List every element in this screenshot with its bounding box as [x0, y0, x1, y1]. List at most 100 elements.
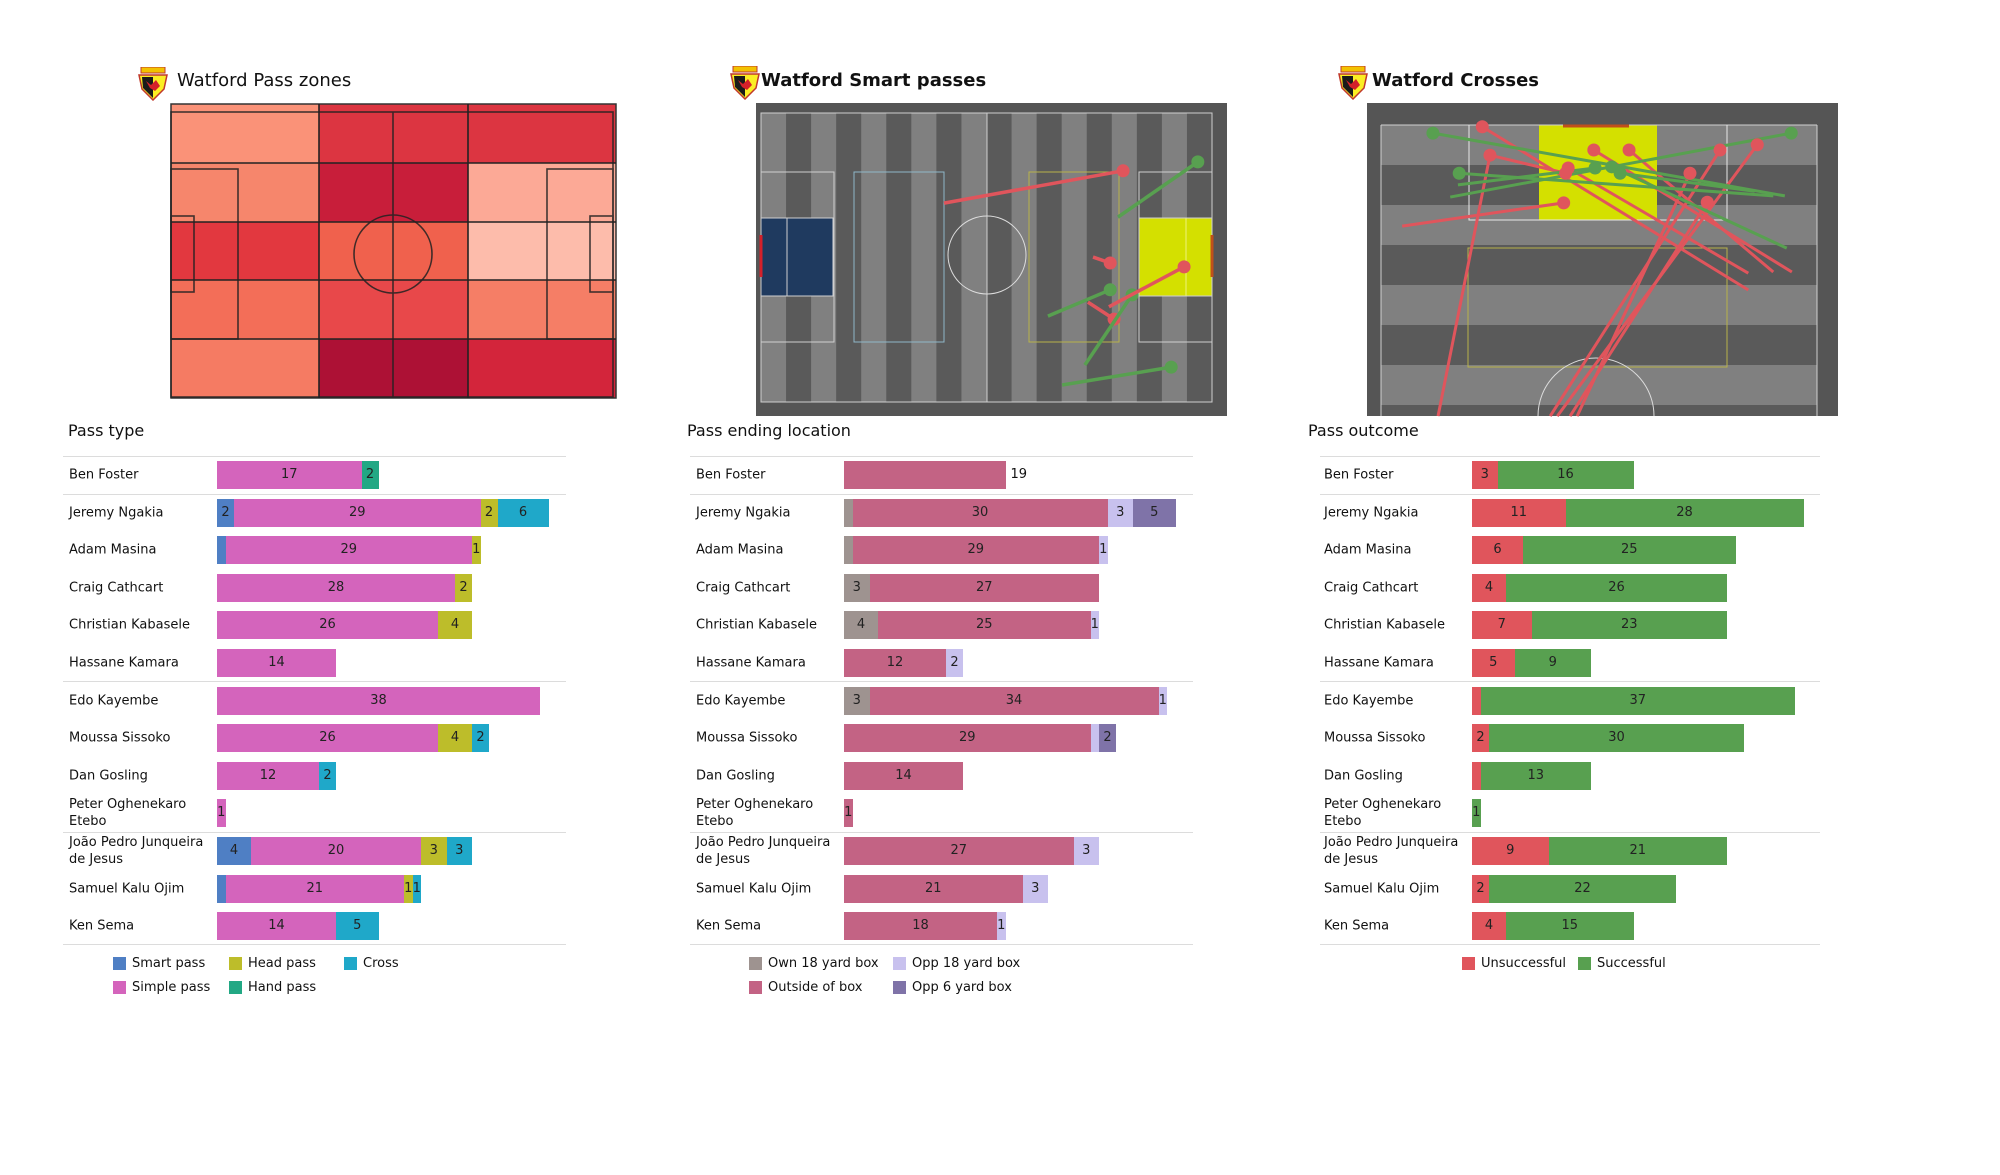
player-name: Samuel Kalu Ojim: [696, 881, 812, 897]
player-name: Hassane Kamara: [696, 655, 806, 671]
cross-end-dot: [1713, 143, 1727, 157]
player-name: Jeremy Ngakia: [696, 505, 791, 521]
legend-swatch: [113, 957, 126, 970]
pass-zone-cell: [393, 222, 468, 280]
pass-zone-cell: [393, 280, 468, 339]
bar-segment-opp-6-yard-box: 2: [1099, 724, 1116, 753]
bar-segment-successful: 13: [1480, 761, 1591, 790]
cross-end-dot: [1784, 126, 1798, 140]
pitch-stripe: [1381, 285, 1817, 325]
player-name: Peter Oghenekaro Etebo: [696, 797, 814, 830]
cross-end-dot: [1588, 161, 1602, 175]
bar-segment-opp-18-yard-box: 3: [1073, 837, 1099, 865]
pass-zone-cell: [171, 104, 319, 163]
legend-swatch: [749, 981, 762, 994]
legend-label: Smart pass: [132, 956, 206, 971]
smart-pass-end-dot: [1164, 360, 1178, 374]
player-name: Adam Masina: [69, 542, 157, 558]
player-name: Peter Oghenekaro Etebo: [1324, 797, 1442, 830]
bar-segment-smart-pass: [217, 874, 226, 903]
player-name: Hassane Kamara: [69, 655, 179, 671]
pitch-stripe: [1061, 113, 1088, 402]
cross-end-dot: [1483, 148, 1497, 162]
row-group-divider: [63, 456, 566, 457]
player-name: Adam Masina: [696, 542, 784, 558]
bar-segment-simple-pass: 12: [217, 761, 319, 790]
row-group-divider: [1320, 456, 1820, 457]
bar-segment-hand-pass: 2: [361, 461, 379, 489]
legend-label: Cross: [363, 956, 399, 971]
row-group-divider: [690, 944, 1193, 945]
pitch-stripe: [1381, 245, 1817, 285]
bar-segment-cross: 1: [412, 874, 421, 903]
smart-pass-end-dot: [1116, 164, 1130, 178]
bar-segment-successful: 25: [1523, 536, 1736, 565]
section-title: Pass type: [68, 421, 145, 440]
player-name: Craig Cathcart: [69, 580, 164, 596]
cross-end-dot: [1613, 166, 1627, 180]
player-name: Peter Oghenekaro Etebo: [69, 797, 187, 830]
row-group-divider: [63, 944, 566, 945]
legend-label: Head pass: [248, 956, 316, 971]
bar-segment-outside-of-box: 21: [844, 874, 1023, 903]
cross-end-dot: [1683, 166, 1697, 180]
bar-total-label: 19: [1010, 467, 1028, 482]
bar-segment-head-pass: 1: [404, 874, 413, 903]
bar-segment-simple-pass: 1: [217, 799, 226, 828]
bar-segment-unsuccessful: 4: [1472, 573, 1506, 602]
bar-segment-own-18-yard-box: 3: [844, 686, 870, 715]
bar-segment-head-pass: 4: [438, 724, 472, 753]
pass-zone-cell: [319, 222, 393, 280]
player-name: Craig Cathcart: [696, 580, 791, 596]
player-name: Jeremy Ngakia: [69, 505, 164, 521]
bar-segment-outside-of-box: 30: [852, 498, 1108, 527]
bar-segment-unsuccessful: 5: [1472, 649, 1515, 677]
player-name: Ben Foster: [1324, 467, 1394, 483]
bar-segment-successful: 30: [1489, 724, 1744, 753]
bar-segment-simple-pass: 17: [217, 461, 362, 489]
pass-zone-cell: [171, 222, 238, 280]
bar-segment-unsuccessful: [1472, 761, 1481, 790]
row-group-divider: [63, 832, 566, 833]
player-name: Samuel Kalu Ojim: [1324, 881, 1440, 897]
cross-end-dot: [1700, 195, 1714, 209]
pitch-stripe: [1381, 405, 1817, 416]
bar-segment-simple-pass: 29: [234, 498, 481, 527]
bar-segment-unsuccessful: 3: [1472, 461, 1498, 489]
bar-segment-successful: 1: [1472, 799, 1481, 828]
legend-label: Opp 18 yard box: [912, 956, 1021, 971]
bar-segment-head-pass: 1: [472, 536, 481, 565]
bar-segment-opp-18-yard-box: 3: [1107, 498, 1133, 527]
cross-end-dot: [1426, 126, 1440, 140]
player-name: Craig Cathcart: [1324, 580, 1419, 596]
bar-segment-smart-pass: 2: [217, 498, 234, 527]
bar-segment-unsuccessful: [1472, 686, 1481, 715]
pass-zone-cell: [171, 280, 319, 339]
bar-segment-opp-18-yard-box: 2: [946, 649, 963, 677]
pitch-stripe: [1111, 113, 1138, 402]
bar-segment-outside-of-box: 29: [852, 536, 1099, 565]
bar-segment-own-18-yard-box: [844, 536, 853, 565]
cross-end-dot: [1452, 166, 1466, 180]
pitch-stripe: [961, 113, 987, 402]
legend-swatch: [893, 957, 906, 970]
pass-zone-cell: [393, 163, 468, 222]
bar-segment-outside-of-box: 1: [844, 799, 853, 828]
bar-segment-unsuccessful: 7: [1472, 611, 1532, 640]
player-name: Christian Kabasele: [69, 617, 190, 633]
bar-segment-simple-pass: 29: [225, 536, 472, 565]
bar-segment-unsuccessful: 4: [1472, 912, 1506, 941]
bar-segment-cross: 2: [319, 761, 336, 790]
bar-segment-unsuccessful: 2: [1472, 724, 1489, 753]
pass-zone-cell: [319, 280, 393, 339]
pitch-stripe: [861, 113, 887, 402]
cross-end-dot: [1557, 196, 1571, 210]
player-name: Dan Gosling: [69, 768, 148, 784]
smart-pass-end-dot: [1191, 155, 1205, 169]
section-title: Pass outcome: [1308, 421, 1419, 440]
legend-swatch: [229, 981, 242, 994]
bar-segment-outside-of-box: 34: [869, 686, 1159, 715]
bar-segment-cross: 6: [497, 498, 549, 527]
player-name: Edo Kayembe: [696, 693, 786, 709]
bar-segment-simple-pass: 21: [225, 874, 404, 903]
